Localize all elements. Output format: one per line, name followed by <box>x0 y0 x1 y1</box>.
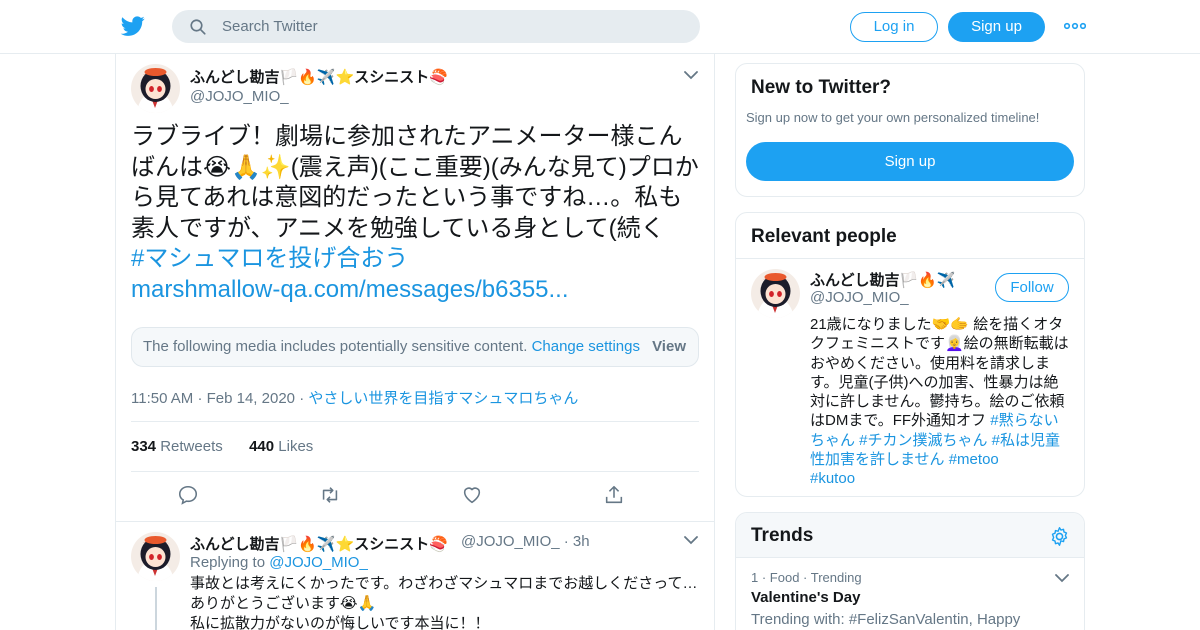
avatar[interactable] <box>131 532 180 581</box>
tweet-date[interactable]: Feb 14, 2020 <box>207 390 295 407</box>
login-button[interactable]: Log in <box>850 12 938 42</box>
card-subtitle: Sign up now to get your own personalized… <box>746 110 1040 125</box>
replying-to-handle[interactable]: @JOJO_MIO_ <box>269 554 368 571</box>
trend-related: Trending with: #FelizSanValentin, Happy <box>751 611 1021 628</box>
more-options-icon[interactable] <box>1064 17 1086 35</box>
reply-author-name[interactable]: ふんどし勘吉🏳️🔥✈️⭐スシニスト🍣 <box>190 533 448 554</box>
new-to-twitter-card: New to Twitter? Sign up now to get your … <box>735 63 1085 197</box>
avatar[interactable] <box>751 269 800 318</box>
signup-button[interactable]: Sign up <box>948 12 1045 42</box>
sidebar-signup-button[interactable]: Sign up <box>746 142 1074 181</box>
tweet-time[interactable]: 11:50 AM <box>131 390 193 407</box>
sensitive-media-notice: The following media includes potentially… <box>131 327 699 367</box>
reply-author-handle[interactable]: @JOJO_MIO_ · 3h <box>461 533 590 550</box>
card-title: Trends <box>751 525 814 546</box>
divider <box>736 258 1084 259</box>
tweet-url-link[interactable]: marshmallow-qa.com/messages/b6355... <box>131 276 569 303</box>
search-input[interactable] <box>222 10 682 43</box>
tweet-body: ラブライブ！劇場に参加されたアニメーター様こんばんは😭🙏✨(震え声)(ここ重要)… <box>131 123 699 242</box>
search-box[interactable] <box>172 10 700 43</box>
tweet-source-link[interactable]: やさしい世界を目指すマシュマロちゃん <box>308 390 578 407</box>
divider <box>131 421 699 422</box>
trends-card: Trends 1 · Food · Trending Valentine's D… <box>735 512 1085 630</box>
avatar[interactable] <box>131 64 180 113</box>
relevant-people-card: Relevant people ふんどし勘吉🏳️🔥✈️ @JOJO_MIO_ F… <box>735 212 1085 497</box>
hashtag-link[interactable]: #マシュマロを投げ合おう <box>131 245 408 272</box>
tweet-column: ふんどし勘吉🏳️🔥✈️⭐スシニスト🍣 @JOJO_MIO_ ラブライブ！劇場に参… <box>115 54 715 630</box>
tweet-stats: 334 Retweets 440 Likes <box>131 438 313 455</box>
search-icon <box>190 19 206 35</box>
card-title: New to Twitter? <box>751 77 892 98</box>
tweet-divider <box>116 521 714 522</box>
chevron-down-icon[interactable] <box>1055 574 1069 583</box>
like-icon[interactable] <box>461 484 483 506</box>
sensitive-notice-text: The following media includes potentially… <box>143 338 528 355</box>
tweet-metadata: 11:50 AM · Feb 14, 2020 · やさしい世界を目指すマシュマ… <box>131 390 579 407</box>
like-count[interactable]: 440 Likes <box>249 438 313 455</box>
relevant-user-handle[interactable]: @JOJO_MIO_ <box>810 289 909 306</box>
view-media-button[interactable]: View <box>652 328 686 366</box>
tweet-actions <box>131 484 699 508</box>
card-title: Relevant people <box>751 226 897 247</box>
trends-header: Trends <box>736 513 1084 558</box>
top-bar: Log in Sign up <box>0 0 1200 54</box>
retweet-count[interactable]: 334 Retweets <box>131 438 223 455</box>
tweet-author-handle[interactable]: @JOJO_MIO_ <box>190 88 289 105</box>
relevant-user-bio: 21歳になりました🤝🫱 絵を描くオタクフェミニストです👩‍🦳絵の無断転載はおやめ… <box>810 316 1069 488</box>
replying-to: Replying to @JOJO_MIO_ <box>190 554 368 571</box>
gear-icon[interactable] <box>1049 526 1070 547</box>
reply-icon[interactable] <box>177 484 199 506</box>
trend-meta: 1 · Food · Trending <box>751 570 862 585</box>
tweet-text: ラブライブ！劇場に参加されたアニメーター様こんばんは😭🙏✨(震え声)(ここ重要)… <box>131 122 706 305</box>
reply-text: 事故とは考えにくかったです。わざわざマシュマロまでお越しくださって… ありがとう… <box>190 575 698 630</box>
chevron-down-icon[interactable] <box>684 536 698 545</box>
bio-hashtag-kutoo[interactable]: #kutoo <box>810 470 855 487</box>
trend-name[interactable]: Valentine's Day <box>751 589 860 606</box>
thread-line <box>155 587 157 630</box>
chevron-down-icon[interactable] <box>684 71 698 80</box>
relevant-user-name[interactable]: ふんどし勘吉🏳️🔥✈️ <box>810 269 956 290</box>
change-settings-link[interactable]: Change settings <box>532 338 640 355</box>
follow-button[interactable]: Follow <box>995 273 1069 302</box>
tweet-author-name[interactable]: ふんどし勘吉🏳️🔥✈️⭐スシニスト🍣 <box>190 66 448 87</box>
reply-age[interactable]: 3h <box>573 533 590 550</box>
divider <box>131 471 699 472</box>
twitter-bird-icon[interactable] <box>120 14 146 38</box>
retweet-icon[interactable] <box>319 484 341 506</box>
share-icon[interactable] <box>603 484 625 506</box>
